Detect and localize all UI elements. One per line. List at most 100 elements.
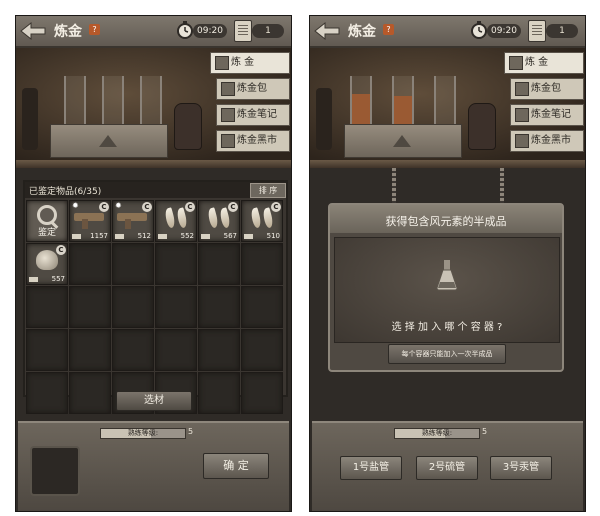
inventory-item[interactable]: C 510: [241, 200, 283, 242]
material-slot[interactable]: [30, 446, 80, 496]
notebook-icon[interactable]: [528, 20, 546, 42]
item-quantity: 557: [51, 275, 65, 283]
empty-slot[interactable]: [69, 372, 111, 414]
dialog-note: 每个容器只能加入一次半成品: [388, 344, 506, 364]
identify-label: 鉴定: [37, 228, 56, 238]
empty-slot[interactable]: [26, 286, 68, 328]
stand-emblem-icon: [99, 135, 117, 147]
item-quantity: 510: [266, 232, 280, 240]
firearm-icon: [74, 213, 104, 229]
dialog-question: 选 择 加 入 哪 个 容 器 ?: [391, 322, 503, 333]
salt-tube-button[interactable]: 1号盐管: [340, 456, 402, 480]
empty-slot[interactable]: [155, 329, 197, 371]
bag-icon: [515, 82, 529, 96]
identify-button[interactable]: 鉴定: [26, 200, 68, 242]
empty-slot[interactable]: [198, 372, 240, 414]
alchemy-screen-select: 炼金 ? 09:20 1 炼 金 炼金包 炼金笔记 炼金黑市 已鉴定物品(6/3…: [15, 15, 292, 512]
chain-left: [392, 168, 396, 204]
skill-value: 5: [482, 427, 488, 436]
market-icon: [221, 134, 235, 148]
bottle-icon: [468, 103, 496, 150]
count-display: 1: [546, 24, 578, 38]
time-display: 09:20: [487, 24, 521, 38]
notebook-icon[interactable]: [234, 20, 252, 42]
back-arrow-icon: [20, 21, 46, 41]
empty-slot[interactable]: [155, 286, 197, 328]
grade-badge: C: [185, 202, 195, 212]
grade-badge: C: [228, 202, 238, 212]
empty-slot[interactable]: [198, 243, 240, 285]
item-quantity: 1157: [90, 232, 108, 240]
page-title: 炼金: [54, 24, 82, 40]
market-icon: [515, 134, 529, 148]
lamp-icon: [316, 88, 332, 150]
empty-slot[interactable]: [69, 329, 111, 371]
item-tag-icon: [158, 234, 167, 239]
select-material-button[interactable]: 选材: [116, 391, 192, 411]
inventory-item[interactable]: C 557: [26, 243, 68, 285]
menu-alchemy[interactable]: 炼 金: [504, 52, 584, 74]
item-quantity: 552: [180, 232, 194, 240]
empty-slot[interactable]: [241, 286, 283, 328]
inventory-item[interactable]: ✹ C 1157: [69, 200, 111, 242]
menu-black-market[interactable]: 炼金黑市: [510, 130, 584, 152]
empty-slot[interactable]: [69, 286, 111, 328]
inventory-item[interactable]: C 567: [198, 200, 240, 242]
dialog-header: 获得包含风元素的半成品: [330, 205, 562, 233]
alchemy-screen-dialog: 炼金 ? 09:20 1 炼 金 炼金包 炼金笔记 炼金黑市 获得包含风元素的半…: [309, 15, 586, 512]
stand-emblem-icon: [393, 135, 411, 147]
claw-icon: [249, 207, 263, 229]
shell-icon: [36, 250, 58, 270]
time-display: 09:20: [193, 24, 227, 38]
inventory-item[interactable]: C 552: [155, 200, 197, 242]
menu-alchemy-notes[interactable]: 炼金笔记: [510, 104, 584, 126]
empty-slot[interactable]: [241, 243, 283, 285]
bottom-tray: 熟练等级: 5 确 定: [18, 421, 289, 511]
bottle-icon: [174, 103, 202, 150]
skill-progress-bar: 熟练等级:: [394, 428, 480, 439]
empty-slot[interactable]: [112, 286, 154, 328]
help-icon[interactable]: ?: [89, 24, 100, 35]
empty-slot[interactable]: [69, 243, 111, 285]
empty-slot[interactable]: [241, 372, 283, 414]
empty-slot[interactable]: [26, 372, 68, 414]
skill-label: 熟练等级:: [127, 429, 159, 437]
inventory-header: 已鉴定物品(6/35) 排 序: [25, 182, 286, 198]
tube-stand: [344, 124, 462, 158]
menu-alchemy-notes[interactable]: 炼金笔记: [216, 104, 290, 126]
skill-value: 5: [188, 427, 194, 436]
menu-alchemy-bag[interactable]: 炼金包: [216, 78, 290, 100]
mercury-tube-button[interactable]: 3号汞管: [490, 456, 552, 480]
flask-icon: [509, 56, 523, 70]
empty-slot[interactable]: [112, 243, 154, 285]
inventory-panel: 已鉴定物品(6/35) 排 序 鉴定 ✹ C 1157 ✹ C 512 C 552 C 567 C 51…: [23, 180, 288, 414]
menu-black-market[interactable]: 炼金黑市: [216, 130, 290, 152]
empty-slot[interactable]: [198, 329, 240, 371]
sort-button[interactable]: 排 序: [250, 183, 286, 198]
menu-alchemy-bag[interactable]: 炼金包: [510, 78, 584, 100]
item-tag-icon: [72, 234, 81, 239]
bottom-tray: 熟练等级: 5 1号盐管 2号硫管 3号汞管: [312, 421, 583, 511]
dialog-body: 选 择 加 入 哪 个 容 器 ?: [334, 237, 560, 343]
star-icon: ✹: [72, 201, 79, 210]
help-icon[interactable]: ?: [383, 24, 394, 35]
container-dialog: 获得包含风元素的半成品 选 择 加 入 哪 个 容 器 ? 每个容器只能加入一次…: [328, 203, 564, 372]
menu-alchemy[interactable]: 炼 金: [210, 52, 290, 74]
bag-icon: [221, 82, 235, 96]
empty-slot[interactable]: [26, 329, 68, 371]
empty-slot[interactable]: [112, 329, 154, 371]
item-quantity: 512: [137, 232, 151, 240]
inventory-item[interactable]: ✹ C 512: [112, 200, 154, 242]
confirm-button[interactable]: 确 定: [203, 453, 269, 479]
notes-icon: [221, 108, 235, 122]
star-icon: ✹: [115, 201, 122, 210]
empty-slot[interactable]: [241, 329, 283, 371]
empty-slot[interactable]: [155, 243, 197, 285]
back-button[interactable]: [313, 20, 341, 42]
empty-slot[interactable]: [198, 286, 240, 328]
flask-icon: [215, 56, 229, 70]
item-tag-icon: [201, 234, 210, 239]
back-button[interactable]: [19, 20, 47, 42]
sulfur-tube-button[interactable]: 2号硫管: [416, 456, 478, 480]
claw-icon: [163, 207, 177, 229]
